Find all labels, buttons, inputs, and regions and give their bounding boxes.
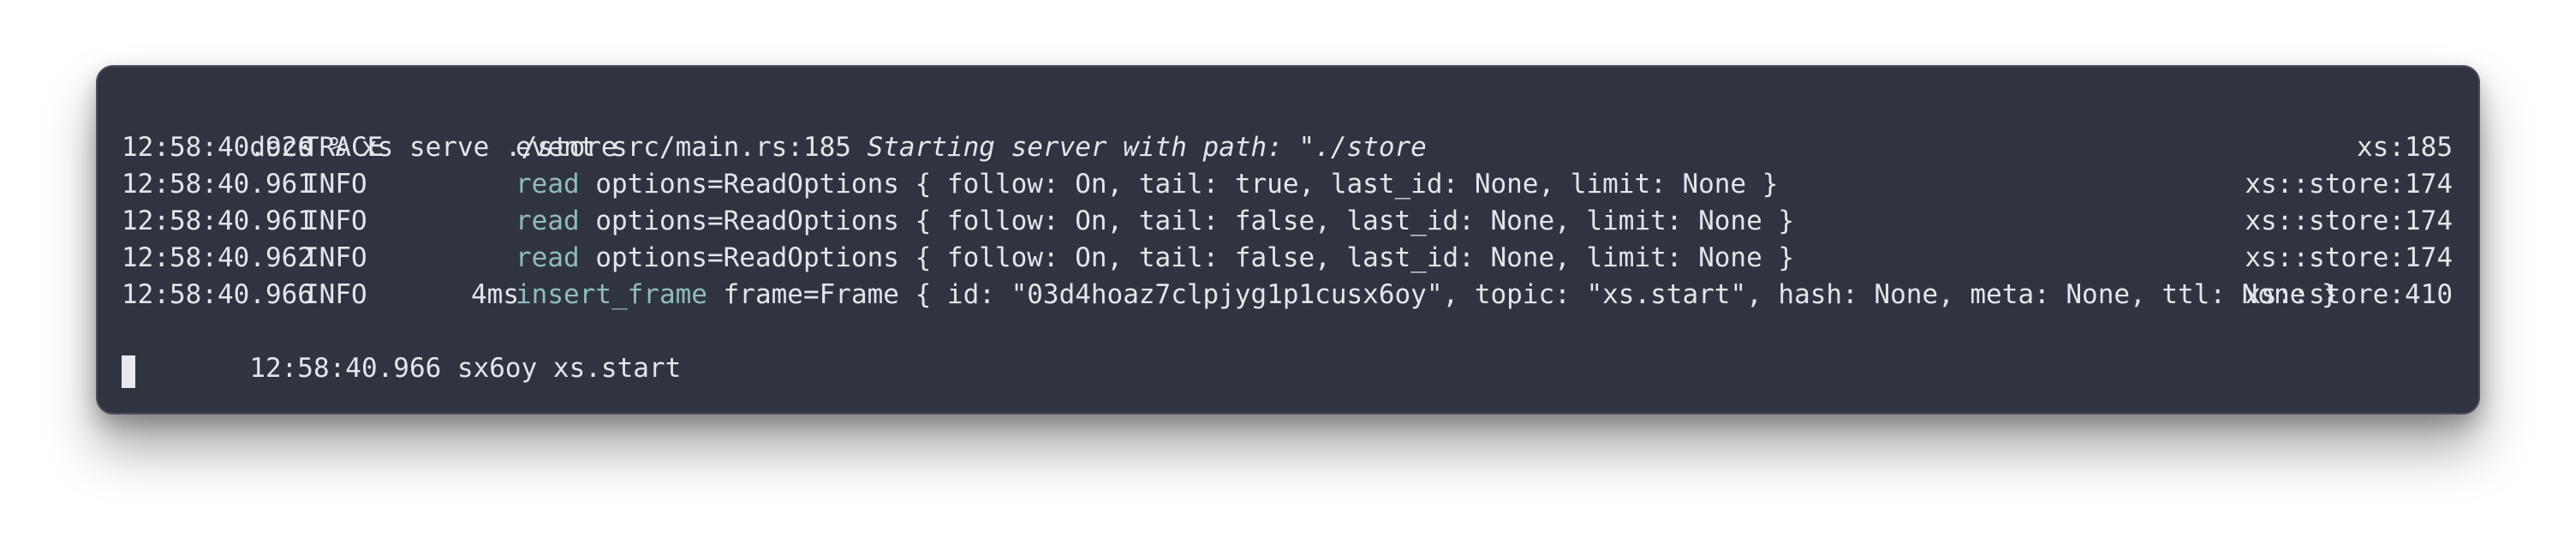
log-message-body: options=ReadOptions { follow: On, tail: … xyxy=(579,242,1795,273)
log-time: 12:58:40.966 xyxy=(122,279,313,310)
log-level: INFO xyxy=(303,169,367,200)
log-duration: 4ms xyxy=(471,279,519,310)
log-line: 12:58:40.961 INFO read options=ReadOptio… xyxy=(122,203,2453,240)
prompt-cursor-line[interactable] xyxy=(122,350,2453,388)
text-cursor xyxy=(122,355,135,388)
log-message-prefix: event src/main.rs:185 xyxy=(516,132,868,163)
log-message-body: options=ReadOptions { follow: On, tail: … xyxy=(579,169,1779,200)
log-message: event src/main.rs:185 Starting server wi… xyxy=(516,129,1427,166)
screenshot-stage: docs % xs serve ./store 12:58:40.920 TRA… xyxy=(0,0,2576,543)
log-message: read options=ReadOptions { follow: On, t… xyxy=(516,166,1778,203)
log-source: xs::store:174 xyxy=(2245,169,2453,200)
log-keyword: insert_frame xyxy=(516,279,707,310)
log-message-body: frame=Frame { id: "03d4hoaz7clpjyg1p1cus… xyxy=(707,279,2338,310)
log-source: xs::store:174 xyxy=(2245,242,2453,273)
log-line: 12:58:40.962 INFO read options=ReadOptio… xyxy=(122,240,2453,277)
log-time: 12:58:40.961 xyxy=(122,206,313,236)
terminal-window[interactable]: docs % xs serve ./store 12:58:40.920 TRA… xyxy=(96,65,2480,415)
log-level: INFO xyxy=(303,279,367,310)
log-source: xs::store:174 xyxy=(2245,206,2453,236)
log-keyword: read xyxy=(516,169,580,200)
output-line: 12:58:40.966 sx6oy xs.start xyxy=(122,313,2453,384)
terminal-output: docs % xs serve ./store 12:58:40.920 TRA… xyxy=(122,92,2453,388)
log-source: xs::store:410 xyxy=(2245,279,2453,310)
log-time: 12:58:40.961 xyxy=(122,169,313,200)
log-message-italic: Starting server with path: "./store xyxy=(867,132,1427,163)
log-keyword: read xyxy=(516,242,580,273)
log-keyword: read xyxy=(516,206,580,236)
log-line: 12:58:40.920 TRACE event src/main.rs:185… xyxy=(122,129,2453,166)
log-time: 12:58:40.962 xyxy=(122,242,313,273)
log-source: xs:185 xyxy=(2357,132,2453,163)
log-time: 12:58:40.920 xyxy=(122,132,313,163)
log-message: read options=ReadOptions { follow: On, t… xyxy=(516,203,1794,240)
log-line: 12:58:40.961 INFO read options=ReadOptio… xyxy=(122,166,2453,203)
command-line: docs % xs serve ./store xyxy=(122,92,2453,163)
log-line: 12:58:40.966 INFO 4ms insert_frame frame… xyxy=(122,277,2453,313)
log-level: INFO xyxy=(303,242,367,273)
log-level: INFO xyxy=(303,206,367,236)
log-message: insert_frame frame=Frame { id: "03d4hoaz… xyxy=(516,277,2338,313)
log-message-body: options=ReadOptions { follow: On, tail: … xyxy=(579,206,1795,236)
log-message: read options=ReadOptions { follow: On, t… xyxy=(516,240,1794,277)
log-level: TRACE xyxy=(303,132,384,163)
